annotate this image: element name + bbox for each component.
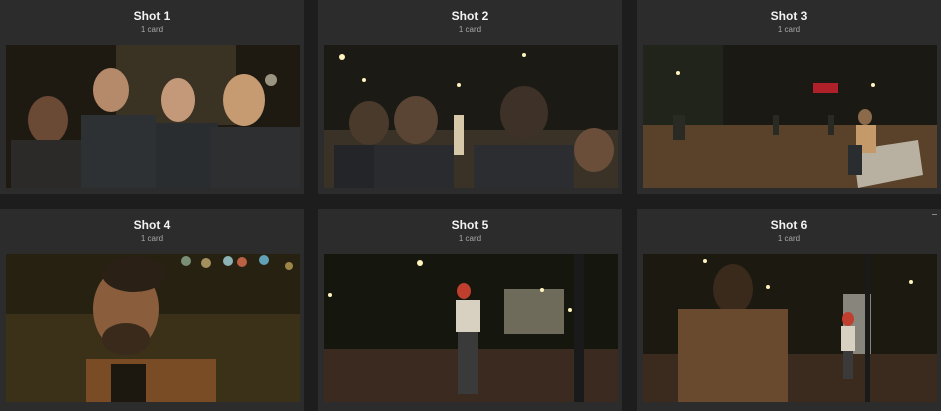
- shot-thumbnail[interactable]: [324, 45, 618, 188]
- shot-card-5[interactable]: Shot 5 1 card: [318, 209, 622, 411]
- shot-card-count: 1 card: [140, 25, 164, 34]
- shot-thumbnail[interactable]: [643, 45, 937, 188]
- shot-title: Shot 1: [133, 9, 171, 23]
- shot-card-6[interactable]: Shot 6 1 card: [637, 209, 941, 411]
- shot-thumbnail[interactable]: [6, 254, 300, 402]
- shot-card-1[interactable]: Shot 1 1 card: [0, 0, 304, 194]
- shot-title: Shot 4: [133, 218, 171, 232]
- shot-card-count: 1 card: [458, 234, 482, 243]
- shot-card-count: 1 card: [777, 234, 801, 243]
- shot-thumbnail[interactable]: [643, 254, 937, 402]
- shot-title: Shot 6: [770, 218, 808, 232]
- shot-title: Shot 5: [451, 218, 489, 232]
- shot-thumbnail[interactable]: [324, 254, 618, 402]
- shot-card-2[interactable]: Shot 2 1 card: [318, 0, 622, 194]
- shot-thumbnail[interactable]: [6, 45, 300, 188]
- shot-card-count: 1 card: [140, 234, 164, 243]
- shot-title: Shot 2: [451, 9, 489, 23]
- shot-card-4[interactable]: Shot 4 1 card: [0, 209, 304, 411]
- shot-card-3[interactable]: Shot 3 1 card: [637, 0, 941, 194]
- shot-card-count: 1 card: [458, 25, 482, 34]
- shot-title: Shot 3: [770, 9, 808, 23]
- card-menu-icon[interactable]: [932, 214, 937, 215]
- shot-card-count: 1 card: [777, 25, 801, 34]
